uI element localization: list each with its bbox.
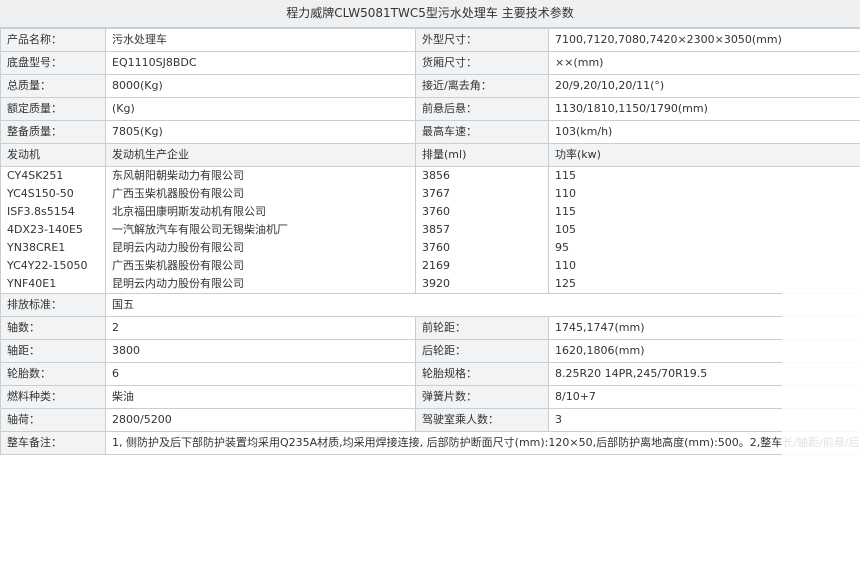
engine-disp: 2169 (415, 257, 549, 275)
spec-label: 总质量： (0, 74, 106, 98)
spec-label: 产品名称： (0, 28, 106, 52)
engine-power: 115 (548, 166, 860, 185)
engine-maker: 昆明云内动力股份有限公司 (105, 239, 416, 257)
spec-label: 轴距： (0, 339, 106, 363)
spec-label: 驾驶室乘人数： (415, 408, 549, 432)
spec-label: 额定质量： (0, 97, 106, 121)
spec-row: 轴距： 3800 后轮距： 1620,1806(mm) (0, 339, 860, 363)
engine-row: YC4Y22-15050 广西玉柴机器股份有限公司 2169 110 (0, 257, 860, 275)
engine-header-cell: 发动机 (0, 143, 106, 167)
spec-value: 103(km/h) (548, 120, 860, 144)
engine-maker: 广西玉柴机器股份有限公司 (105, 185, 416, 203)
engine-model: 4DX23-140E5 (0, 221, 106, 239)
engine-header-cell: 发动机生产企业 (105, 143, 416, 167)
spec-label: 轴荷： (0, 408, 106, 432)
engine-model: ISF3.8s5154 (0, 203, 106, 221)
engine-model: YC4S150-50 (0, 185, 106, 203)
engine-row: YNF40E1 昆明云内动力股份有限公司 3920 125 (0, 275, 860, 294)
remarks-row: 整车备注： 1, 侧防护及后下部防护装置均采用Q235A材质,均采用焊接连接, 后… (0, 431, 860, 455)
engine-header-row: 发动机 发动机生产企业 排量(ml) 功率(kw) (0, 143, 860, 167)
spec-page: 程力威牌CLW5081TWC5型污水处理车 主要技术参数 产品名称： 污水处理车外… (0, 0, 860, 564)
spec-value: EQ1110SJ8BDC (105, 51, 416, 75)
spec-value: 6 (105, 362, 416, 386)
engine-model: YN38CRE1 (0, 239, 106, 257)
emission-label: 排放标准： (0, 293, 106, 317)
spec-row: 总质量： 8000(Kg) 接近/离去角： 20/9,20/10,20/11(°) (0, 74, 860, 98)
spec-row: 产品名称： 污水处理车 外型尺寸： 7100,7120,7080,7420×2300×… (0, 28, 860, 52)
engine-model: YNF40E1 (0, 275, 106, 294)
spec-label: 最高车速： (415, 120, 549, 144)
spec-row: 额定质量： (Kg) 前悬后悬： 1130/1810,1150/1790(mm) (0, 97, 860, 121)
spec-value: 2 (105, 316, 416, 340)
spec-row: 燃料种类： 柴油 弹簧片数： 8/10+7 (0, 385, 860, 409)
spec-value: 20/9,20/10,20/11(°) (548, 74, 860, 98)
engine-disp: 3857 (415, 221, 549, 239)
engine-power: 110 (548, 185, 860, 203)
spec-value: 8000(Kg) (105, 74, 416, 98)
emission-value: 国五 (105, 293, 860, 317)
spec-row: 轴荷： 2800/5200 驾驶室乘人数： 3 (0, 408, 860, 432)
emission-row: 排放标准： 国五 (0, 293, 860, 317)
spec-value: (Kg) (105, 97, 416, 121)
spec-value: ××(mm) (548, 51, 860, 75)
engine-disp: 3856 (415, 166, 549, 185)
spec-value: 柴油 (105, 385, 416, 409)
spec-value: 7805(Kg) (105, 120, 416, 144)
engine-row: YN38CRE1 昆明云内动力股份有限公司 3760 95 (0, 239, 860, 257)
engine-maker: 东风朝阳朝柴动力有限公司 (105, 166, 416, 185)
spec-row: 底盘型号： EQ1110SJ8BDC 货厢尺寸： ××(mm) (0, 51, 860, 75)
engine-row: CY4SK251 东风朝阳朝柴动力有限公司 3856 115 (0, 166, 860, 185)
spec-value: 2800/5200 (105, 408, 416, 432)
spec-label: 前悬后悬： (415, 97, 549, 121)
spec-label: 前轮距： (415, 316, 549, 340)
engine-model: CY4SK251 (0, 166, 106, 185)
spec-row: 轴数： 2 前轮距： 1745,1747(mm) (0, 316, 860, 340)
spec-label: 货厢尺寸： (415, 51, 549, 75)
engine-disp: 3760 (415, 239, 549, 257)
remarks-label: 整车备注： (0, 431, 106, 455)
spec-row: 整备质量： 7805(Kg) 最高车速： 103(km/h) (0, 120, 860, 144)
engine-maker: 昆明云内动力股份有限公司 (105, 275, 416, 294)
engine-header-cell: 排量(ml) (415, 143, 549, 167)
engine-row: 4DX23-140E5 一汽解放汽车有限公司无锡柴油机厂 3857 105 (0, 221, 860, 239)
remarks-text: 1, 侧防护及后下部防护装置均采用Q235A材质,均采用焊接连接, 后部防护断面… (105, 431, 860, 455)
spec-row: 轮胎数： 6 轮胎规格： 8.25R20 14PR,245/70R19.5 (0, 362, 860, 386)
spec-label: 外型尺寸： (415, 28, 549, 52)
spec-value: 1130/1810,1150/1790(mm) (548, 97, 860, 121)
spec-label: 后轮距： (415, 339, 549, 363)
spec-value: 污水处理车 (105, 28, 416, 52)
spec-label: 弹簧片数： (415, 385, 549, 409)
spec-label: 燃料种类： (0, 385, 106, 409)
engine-row: ISF3.8s5154 北京福田康明斯发动机有限公司 3760 115 (0, 203, 860, 221)
spec-value: 7100,7120,7080,7420×2300×3050(mm) (548, 28, 860, 52)
engine-maker: 一汽解放汽车有限公司无锡柴油机厂 (105, 221, 416, 239)
engine-row: YC4S150-50 广西玉柴机器股份有限公司 3767 110 (0, 185, 860, 203)
engine-model: YC4Y22-15050 (0, 257, 106, 275)
engine-disp: 3767 (415, 185, 549, 203)
engine-header-cell: 功率(kw) (548, 143, 860, 167)
page-title: 程力威牌CLW5081TWC5型污水处理车 主要技术参数 (0, 0, 860, 28)
spec-table: 产品名称： 污水处理车 外型尺寸： 7100,7120,7080,7420×2300×… (0, 28, 860, 455)
engine-disp: 3760 (415, 203, 549, 221)
spec-label: 轮胎规格： (415, 362, 549, 386)
engine-power: 115 (548, 203, 860, 221)
spec-value: 3800 (105, 339, 416, 363)
spec-label: 接近/离去角： (415, 74, 549, 98)
spec-label: 整备质量： (0, 120, 106, 144)
spec-label: 轮胎数： (0, 362, 106, 386)
engine-maker: 北京福田康明斯发动机有限公司 (105, 203, 416, 221)
overlay-panel (782, 228, 860, 564)
spec-label: 轴数： (0, 316, 106, 340)
spec-label: 底盘型号： (0, 51, 106, 75)
engine-maker: 广西玉柴机器股份有限公司 (105, 257, 416, 275)
engine-disp: 3920 (415, 275, 549, 294)
